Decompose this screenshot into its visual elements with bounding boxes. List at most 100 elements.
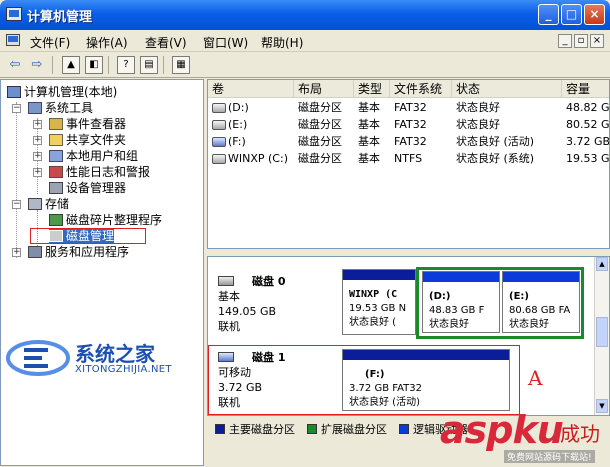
tree-node-perf-logs[interactable]: 性能日志和警报 <box>49 164 150 180</box>
disk-graphical-view[interactable]: 磁盘 0 基本 149.05 GB 联机 WINXP (C 19.53 GB N… <box>207 256 610 416</box>
disk-state: 联机 <box>218 320 240 333</box>
table-row[interactable]: (E:) 磁盘分区 基本 FAT32 状态良好 80.52 GB <box>208 117 609 133</box>
highlight-box <box>30 228 146 244</box>
mdi-close-button[interactable]: × <box>590 34 604 48</box>
help-icon[interactable]: ? <box>117 56 135 74</box>
minimize-button[interactable]: _ <box>538 4 559 25</box>
menu-window[interactable]: 窗口(W) <box>203 34 248 51</box>
partition-f[interactable]: (F:) 3.72 GB FAT32 状态良好 (活动) <box>342 349 510 411</box>
partition-c[interactable]: WINXP (C 19.53 GB N 状态良好 ( <box>342 269 416 335</box>
expand-icon[interactable]: + <box>12 248 21 257</box>
tree-node-system-tools[interactable]: 系统工具 <box>28 100 93 116</box>
legend-swatch <box>399 424 409 434</box>
list-header: 卷 布局 类型 文件系统 状态 容量 <box>208 80 609 98</box>
cell-layout: 磁盘分区 <box>298 118 342 131</box>
maximize-button[interactable]: □ <box>561 4 582 25</box>
partition-e[interactable]: (E:) 80.68 GB FA 状态良好 <box>502 271 580 333</box>
expand-icon[interactable]: + <box>33 120 42 129</box>
scroll-up-icon[interactable]: ▲ <box>596 257 608 271</box>
tree-node-services[interactable]: 服务和应用程序 <box>28 244 129 260</box>
tree-node-shared-folders[interactable]: 共享文件夹 <box>49 132 126 148</box>
disk-state: 联机 <box>218 396 240 409</box>
scroll-thumb[interactable] <box>596 317 608 347</box>
collapse-icon[interactable]: − <box>12 104 21 113</box>
disk-0-info[interactable]: 磁盘 0 基本 149.05 GB 联机 <box>212 275 332 335</box>
menu-help[interactable]: 帮助(H) <box>261 34 303 51</box>
computer-management-icon <box>6 7 22 21</box>
removable-disk-icon <box>218 352 234 362</box>
cell-capacity: 3.72 GB <box>566 135 610 148</box>
table-row[interactable]: WINXP (C:) 磁盘分区 基本 NTFS 状态良好 (系统) 19.53 … <box>208 151 609 167</box>
partition-bar <box>343 270 415 280</box>
disk-1-info[interactable]: 磁盘 1 可移动 3.72 GB 联机 <box>212 351 332 411</box>
column-header-capacity[interactable]: 容量 <box>562 80 609 98</box>
table-row[interactable]: (D:) 磁盘分区 基本 FAT32 状态良好 48.82 GB <box>208 100 609 116</box>
close-button[interactable]: × <box>584 4 605 25</box>
tree-node-root[interactable]: 计算机管理(本地) <box>7 84 117 100</box>
performance-icon <box>49 166 63 178</box>
partition-size: 19.53 GB N <box>349 303 407 314</box>
defrag-icon <box>49 214 63 226</box>
column-header-filesystem[interactable]: 文件系统 <box>390 80 452 98</box>
expand-icon[interactable]: + <box>33 168 42 177</box>
partition-status: 状态良好 <box>429 319 469 330</box>
column-header-volume[interactable]: 卷 <box>208 80 294 98</box>
partition-status: 状态良好 <box>509 319 549 330</box>
watermark-success: 成功 <box>560 422 600 446</box>
watermark-asp: aspku <box>440 408 564 452</box>
partition-size: 3.72 GB FAT32 <box>349 383 422 394</box>
collapse-icon[interactable]: − <box>12 200 21 209</box>
legend-swatch <box>307 424 317 434</box>
forward-arrow-icon[interactable]: ⇨ <box>28 56 46 74</box>
partition-label: (E:) <box>509 291 529 302</box>
vertical-scrollbar[interactable]: ▲ ▼ <box>594 257 609 415</box>
cell-type: 基本 <box>358 135 380 148</box>
watermark-site-title: 系统之家 <box>75 342 155 366</box>
services-icon <box>28 246 42 258</box>
disk-name: 磁盘 0 <box>252 275 286 288</box>
menu-action[interactable]: 操作(A) <box>86 34 128 51</box>
mdi-minimize-button[interactable]: _ <box>558 34 572 48</box>
column-header-type[interactable]: 类型 <box>354 80 390 98</box>
tree-node-event-viewer[interactable]: 事件查看器 <box>49 116 126 132</box>
cell-volume: (E:) <box>228 118 248 131</box>
column-header-layout[interactable]: 布局 <box>294 80 354 98</box>
title-bar[interactable]: 计算机管理 _ □ × <box>0 0 610 30</box>
disk-settings-icon[interactable]: ▦ <box>172 56 190 74</box>
shared-folder-icon <box>49 134 63 146</box>
up-folder-icon[interactable]: ▲ <box>62 56 80 74</box>
mmc-icon[interactable] <box>6 34 20 46</box>
disk-size: 3.72 GB <box>218 381 263 394</box>
scroll-down-icon[interactable]: ▼ <box>596 399 608 413</box>
legend-label: 扩展磁盘分区 <box>321 423 387 436</box>
legend-extended: 扩展磁盘分区 <box>307 421 387 437</box>
cell-volume: (F:) <box>228 135 246 148</box>
expand-icon[interactable]: + <box>33 136 42 145</box>
show-hide-tree-icon[interactable]: ◧ <box>85 56 103 74</box>
menu-file[interactable]: 文件(F) <box>30 34 70 51</box>
properties-icon[interactable]: ▤ <box>140 56 158 74</box>
partition-status: 状态良好 ( <box>349 317 397 328</box>
cell-filesystem: FAT32 <box>394 118 427 131</box>
back-arrow-icon[interactable]: ⇦ <box>6 56 24 74</box>
expand-icon[interactable]: + <box>33 152 42 161</box>
disk-kind: 可移动 <box>218 366 251 379</box>
partition-d[interactable]: (D:) 48.83 GB F 状态良好 <box>422 271 500 333</box>
console-tree[interactable]: 计算机管理(本地) − 系统工具 + 事件查看器 + 共享文件夹 + 本地用户和… <box>0 79 204 466</box>
column-header-status[interactable]: 状态 <box>452 80 562 98</box>
tree-node-storage[interactable]: 存储 <box>28 196 69 212</box>
storage-icon <box>28 198 42 210</box>
volume-list[interactable]: 卷 布局 类型 文件系统 状态 容量 (D:) 磁盘分区 基本 FAT32 状态… <box>207 79 610 249</box>
menu-view[interactable]: 查看(V) <box>145 34 187 51</box>
legend-label: 主要磁盘分区 <box>229 423 295 436</box>
pane-splitter[interactable] <box>207 249 610 256</box>
watermark-note: 免费网站源码下载站! <box>504 450 595 463</box>
tree-node-device-manager[interactable]: 设备管理器 <box>49 180 126 196</box>
table-row[interactable]: (F:) 磁盘分区 基本 FAT32 状态良好 (活动) 3.72 GB <box>208 134 610 150</box>
tree-node-defrag[interactable]: 磁盘碎片整理程序 <box>49 212 162 228</box>
tree-node-local-users[interactable]: 本地用户和组 <box>49 148 138 164</box>
toolbar-separator <box>163 56 164 74</box>
users-icon <box>49 150 63 162</box>
mdi-restore-button[interactable]: ▫ <box>574 34 588 48</box>
menu-bar: 文件(F) 操作(A) 查看(V) 窗口(W) 帮助(H) _ ▫ × <box>0 30 610 52</box>
